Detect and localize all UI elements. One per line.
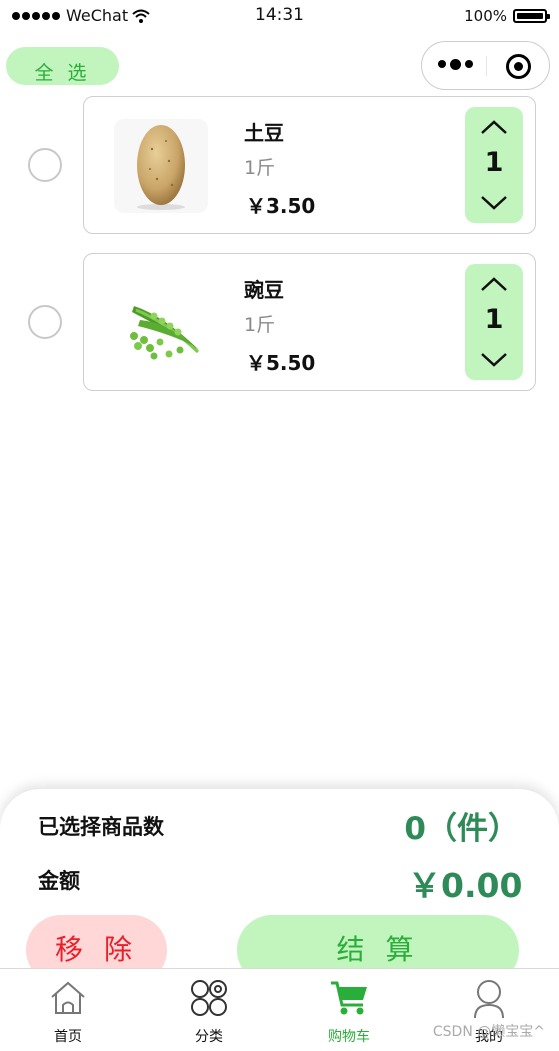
item-card: 土豆 1斤 ￥3.50 1 — [83, 96, 536, 234]
item-price: ￥5.50 — [246, 351, 316, 375]
increase-icon[interactable] — [479, 274, 509, 294]
decrease-icon[interactable] — [479, 193, 509, 213]
status-bar: WeChat 14:31 100% — [0, 0, 559, 34]
amount-value: ￥0.00 — [408, 866, 523, 905]
cart-icon — [331, 981, 367, 1015]
battery-percent: 100% — [464, 7, 507, 25]
increase-icon[interactable] — [479, 117, 509, 137]
quantity-value: 1 — [484, 147, 504, 178]
quantity-value: 1 — [484, 304, 504, 335]
home-icon — [51, 981, 85, 1014]
miniprogram-capsule — [421, 41, 550, 90]
item-name: 土豆 — [244, 121, 284, 145]
selected-count-value: 0（件） — [404, 811, 519, 847]
status-bar-right: 100% — [464, 7, 550, 25]
watermark: CSDN @懒宝宝^ — [432, 1024, 545, 1040]
capsule-divider — [486, 56, 487, 76]
more-icon[interactable] — [438, 58, 473, 70]
category-icon — [191, 980, 227, 1016]
tab-category[interactable]: 分类 — [139, 969, 279, 1051]
tab-label: 购物车 — [328, 1029, 370, 1045]
amount-label: 金额 — [38, 869, 80, 893]
close-miniprogram-icon[interactable] — [506, 54, 531, 79]
tab-label: 分类 — [195, 1029, 223, 1045]
quantity-stepper: 1 — [465, 107, 523, 223]
item-select-radio[interactable] — [28, 148, 62, 182]
tab-label: 首页 — [54, 1029, 82, 1045]
potato-image — [114, 119, 208, 213]
quantity-stepper: 1 — [465, 264, 523, 380]
tab-cart[interactable]: 购物车 — [279, 969, 419, 1051]
tab-home[interactable]: 首页 — [0, 969, 138, 1051]
cart-item: 豌豆 1斤 ￥5.50 1 — [0, 253, 559, 391]
item-card: 豌豆 1斤 ￥5.50 1 — [83, 253, 536, 391]
select-all-button[interactable]: 全 选 — [6, 47, 119, 85]
selected-count-label: 已选择商品数 — [38, 815, 164, 839]
item-unit: 1斤 — [244, 157, 276, 179]
peas-image — [114, 276, 208, 370]
item-name: 豌豆 — [244, 278, 284, 302]
cart-item: 土豆 1斤 ￥3.50 1 — [0, 96, 559, 234]
item-unit: 1斤 — [244, 314, 276, 336]
user-icon — [474, 980, 504, 1019]
battery-icon — [513, 9, 550, 23]
decrease-icon[interactable] — [479, 350, 509, 370]
item-price: ￥3.50 — [246, 194, 316, 218]
item-select-radio[interactable] — [28, 305, 62, 339]
